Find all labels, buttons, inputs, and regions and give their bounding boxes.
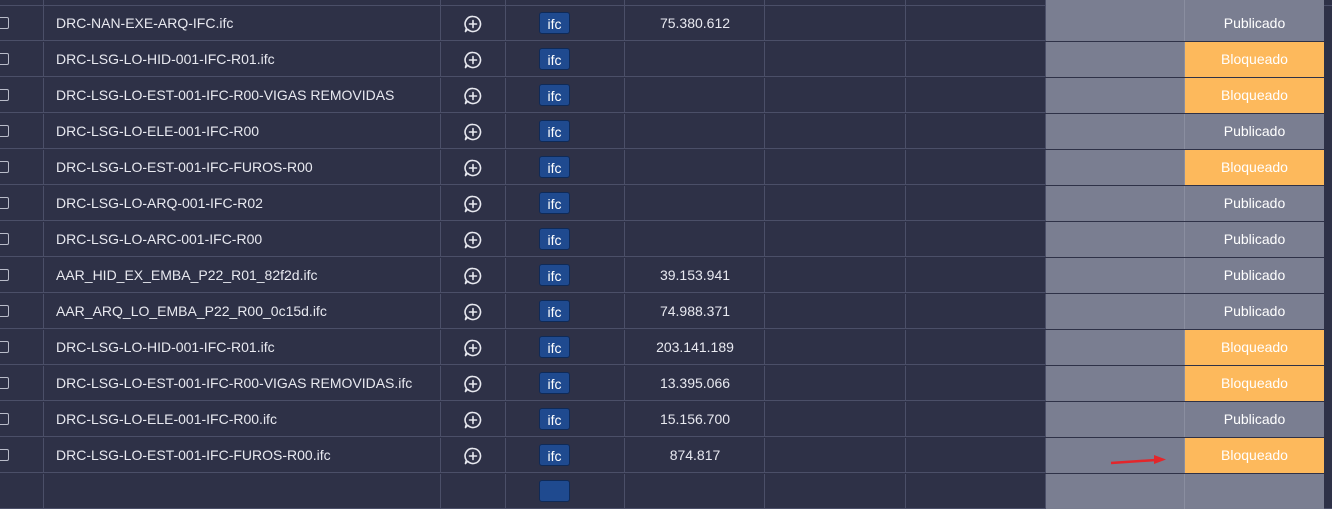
row-checkbox[interactable]: [0, 305, 9, 317]
file-type-badge[interactable]: ifc: [539, 84, 570, 106]
file-name[interactable]: DRC-LSG-LO-EST-001-IFC-R00-VIGAS REMOVID…: [56, 78, 394, 113]
file-size: 15.156.700: [659, 411, 731, 427]
table-row[interactable]: AAR_HID_EX_EMBA_P22_R01_82f2d.ifc ifc 39.1…: [0, 258, 1332, 293]
file-name[interactable]: DRC-LSG-LO-HID-001-IFC-R01.ifc: [56, 42, 275, 77]
status-badge[interactable]: Publicado: [1185, 114, 1324, 149]
file-name[interactable]: DRC-LSG-LO-ELE-001-IFC-R00.ifc: [56, 402, 277, 437]
table-row[interactable]: DRC-LSG-LO-ARC-001-IFC-R00 ifc Publicado: [0, 222, 1332, 257]
status-badge[interactable]: Publicado: [1185, 258, 1324, 293]
file-type-badge[interactable]: [539, 480, 570, 502]
file-type-badge[interactable]: ifc: [539, 336, 570, 358]
status-badge[interactable]: Bloqueado: [1185, 42, 1324, 77]
file-size: 203.141.189: [656, 339, 734, 355]
file-size: 75.380.612: [659, 15, 731, 31]
row-checkbox[interactable]: [0, 197, 9, 209]
row-checkbox[interactable]: [0, 341, 9, 353]
file-name[interactable]: DRC-LSG-LO-ARQ-001-IFC-R02: [56, 186, 263, 221]
chat-plus-icon[interactable]: [463, 50, 483, 70]
file-size: 39.153.941: [659, 267, 731, 283]
status-badge[interactable]: Publicado: [1185, 294, 1324, 329]
table-row[interactable]: DRC-LSG-LO-ARQ-001-IFC-R02 ifc Publicado: [0, 186, 1332, 221]
file-name[interactable]: DRC-LSG-LO-EST-001-IFC-FUROS-R00: [56, 150, 313, 185]
table-row[interactable]: AAR_ARQ_LO_EMBA_P22_R00_0c15d.ifc ifc 74.9…: [0, 294, 1332, 329]
chat-plus-icon[interactable]: [463, 86, 483, 106]
status-badge[interactable]: Publicado: [1185, 186, 1324, 221]
file-type-badge[interactable]: ifc: [539, 48, 570, 70]
table-row[interactable]: DRC-LSG-LO-ELE-001-IFC-R00.ifc ifc 15.156.…: [0, 402, 1332, 437]
row-checkbox[interactable]: [0, 449, 9, 461]
file-name[interactable]: DRC-LSG-LO-EST-001-IFC-R00-VIGAS REMOVID…: [56, 366, 412, 401]
file-name[interactable]: DRC-LSG-LO-HID-001-IFC-R01.ifc: [56, 330, 275, 365]
status-badge[interactable]: Bloqueado: [1185, 330, 1324, 365]
table-row[interactable]: DRC-LSG-LO-HID-001-IFC-R01.ifc ifc 203.141…: [0, 330, 1332, 365]
red-arrow-icon: [1110, 455, 1166, 465]
status-badge[interactable]: Bloqueado: [1185, 78, 1324, 113]
file-size: 13.395.066: [659, 375, 731, 391]
row-checkbox[interactable]: [0, 377, 9, 389]
chat-plus-icon[interactable]: [463, 266, 483, 286]
row-checkbox[interactable]: [0, 413, 9, 425]
chat-plus-icon[interactable]: [463, 14, 483, 34]
file-type-badge[interactable]: ifc: [539, 192, 570, 214]
chat-plus-icon[interactable]: [463, 410, 483, 430]
file-name[interactable]: DRC-NAN-EXE-ARQ-IFC.ifc: [56, 6, 233, 41]
table-row[interactable]: DRC-LSG-LO-EST-001-IFC-R00-VIGAS REMOVID…: [0, 78, 1332, 113]
table-row[interactable]: DRC-LSG-LO-HID-001-IFC-R01.ifc ifc Bloquea…: [0, 42, 1332, 77]
row-checkbox[interactable]: [0, 17, 9, 29]
chat-plus-icon[interactable]: [463, 122, 483, 142]
file-name[interactable]: DRC-LSG-LO-ARC-001-IFC-R00: [56, 222, 262, 257]
status-badge[interactable]: Publicado: [1185, 402, 1324, 437]
chat-plus-icon[interactable]: [463, 374, 483, 394]
file-type-badge[interactable]: ifc: [539, 12, 570, 34]
file-size: 74.988.371: [659, 303, 731, 319]
status-badge[interactable]: Bloqueado: [1185, 366, 1324, 401]
file-type-badge[interactable]: ifc: [539, 372, 570, 394]
chat-plus-icon[interactable]: [463, 446, 483, 466]
file-type-badge[interactable]: ifc: [539, 408, 570, 430]
chat-plus-icon[interactable]: [463, 338, 483, 358]
file-type-badge[interactable]: ifc: [539, 120, 570, 142]
table-row[interactable]: DRC-LSG-LO-ELE-001-IFC-R00 ifc Publicado: [0, 114, 1332, 149]
status-badge[interactable]: Publicado: [1185, 222, 1324, 257]
file-type-badge[interactable]: ifc: [539, 228, 570, 250]
table-row[interactable]: DRC-NAN-EXE-ARQ-IFC.ifc ifc 75.380.612 Publ…: [0, 6, 1332, 41]
status-badge[interactable]: Publicado: [1185, 6, 1324, 41]
status-badge[interactable]: Bloqueado: [1185, 150, 1324, 185]
file-name[interactable]: DRC-LSG-LO-EST-001-IFC-FUROS-R00.ifc: [56, 438, 331, 473]
file-name[interactable]: AAR_ARQ_LO_EMBA_P22_R00_0c15d.ifc: [56, 294, 327, 329]
table-row[interactable]: DRC-LSG-LO-EST-001-IFC-FUROS-R00 ifc Bloqu…: [0, 150, 1332, 185]
row-checkbox[interactable]: [0, 125, 9, 137]
table-row-partial-bottom: [0, 474, 1332, 509]
chat-plus-icon[interactable]: [463, 302, 483, 322]
file-type-badge[interactable]: ifc: [539, 156, 570, 178]
table-row[interactable]: DRC-LSG-LO-EST-001-IFC-R00-VIGAS REMOVID…: [0, 366, 1332, 401]
file-name[interactable]: AAR_HID_EX_EMBA_P22_R01_82f2d.ifc: [56, 258, 317, 293]
chat-plus-icon[interactable]: [463, 230, 483, 250]
row-checkbox[interactable]: [0, 89, 9, 101]
row-checkbox[interactable]: [0, 233, 9, 245]
row-checkbox[interactable]: [0, 161, 9, 173]
file-name[interactable]: DRC-LSG-LO-ELE-001-IFC-R00: [56, 114, 259, 149]
row-checkbox[interactable]: [0, 53, 9, 65]
row-checkbox[interactable]: [0, 269, 9, 281]
file-type-badge[interactable]: ifc: [539, 300, 570, 322]
file-type-badge[interactable]: ifc: [539, 264, 570, 286]
chat-plus-icon[interactable]: [463, 158, 483, 178]
file-type-badge[interactable]: ifc: [539, 444, 570, 466]
file-size: 874.817: [669, 447, 721, 463]
chat-plus-icon[interactable]: [463, 194, 483, 214]
status-badge[interactable]: Bloqueado: [1185, 438, 1324, 473]
